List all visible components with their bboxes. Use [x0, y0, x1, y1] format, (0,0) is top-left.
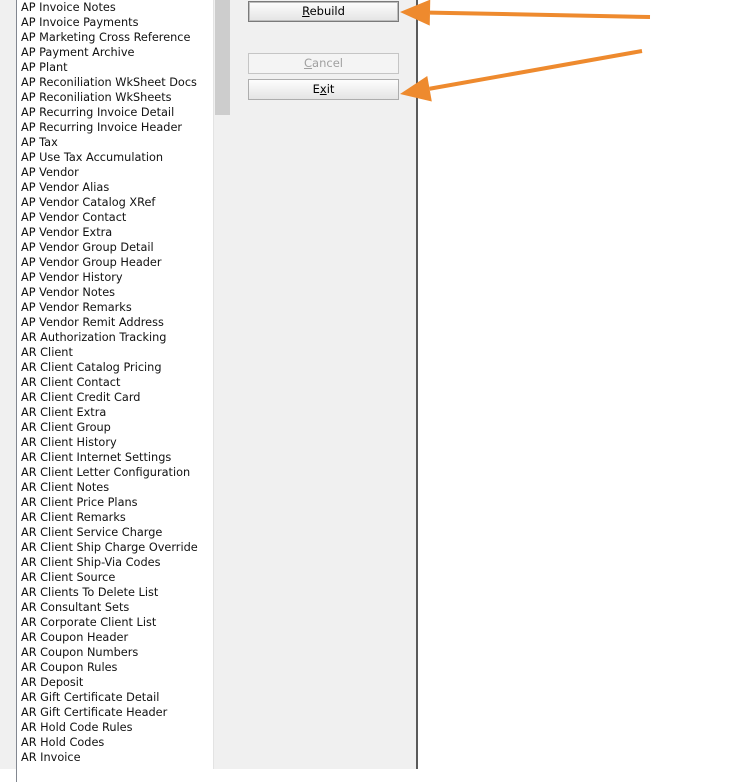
arrow-to-rebuild-shaft: [429, 10, 651, 19]
arrow-to-exit-shaft: [429, 49, 643, 91]
arrow-to-rebuild-head: [400, 0, 431, 26]
arrow-to-exit-head: [400, 75, 432, 102]
annotation-arrows: [400, 0, 651, 102]
